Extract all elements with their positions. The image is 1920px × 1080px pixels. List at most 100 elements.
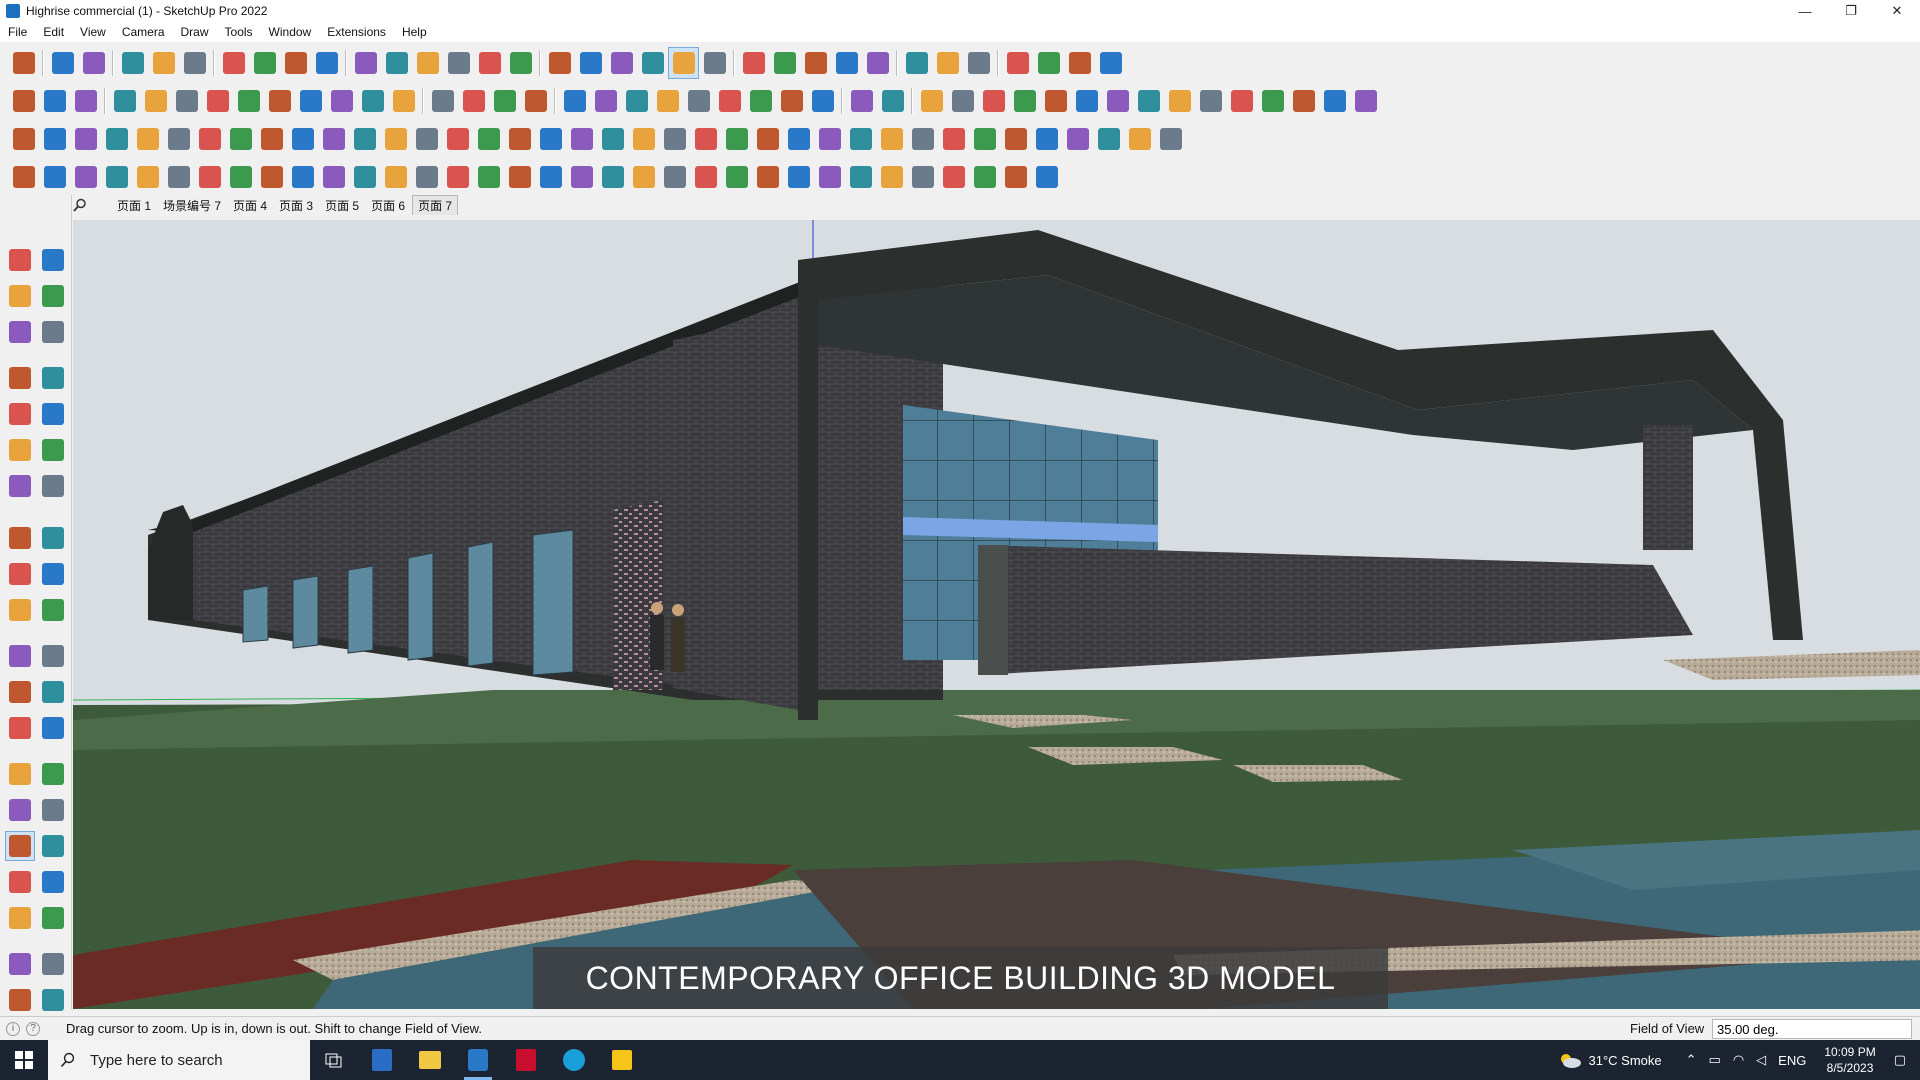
left-tool-button[interactable] <box>5 363 35 393</box>
tbrow3-tool-button[interactable] <box>535 123 566 155</box>
tbrow3-tool-button[interactable] <box>101 123 132 155</box>
tbrow3-tool-button[interactable] <box>132 123 163 155</box>
volume-icon[interactable]: ◁ <box>1756 1052 1766 1068</box>
tbrow1-tool-button[interactable] <box>474 47 505 79</box>
tbrow2-tool-button[interactable] <box>109 85 140 117</box>
tbrow3-tool-button[interactable] <box>411 123 442 155</box>
tbrow1-tool-button[interactable] <box>1002 47 1033 79</box>
credits-icon[interactable]: ? <box>26 1021 40 1036</box>
left-tool-button[interactable] <box>5 317 35 347</box>
tbrow4-tool-button[interactable] <box>814 161 845 193</box>
menu-draw[interactable]: Draw <box>173 25 217 39</box>
tbrow2-tool-button[interactable] <box>745 85 776 117</box>
tbrow2-tool-button[interactable] <box>846 85 877 117</box>
tbrow3-tool-button[interactable] <box>473 123 504 155</box>
start-button[interactable] <box>0 1040 48 1080</box>
tbrow3-tool-button[interactable] <box>597 123 628 155</box>
tbrow2-tool-button[interactable] <box>1102 85 1133 117</box>
tbrow3-tool-button[interactable] <box>814 123 845 155</box>
minimize-button[interactable]: — <box>1782 0 1828 22</box>
tbrow1-tool-button[interactable] <box>47 47 78 79</box>
left-tool-button[interactable] <box>38 435 68 465</box>
tbrow1-tool-button[interactable] <box>1064 47 1095 79</box>
wifi-icon[interactable]: ◠ <box>1733 1052 1744 1068</box>
tbrow2-tool-button[interactable] <box>39 85 70 117</box>
left-tool-button[interactable] <box>38 949 68 979</box>
tbrow3-tool-button[interactable] <box>1093 123 1124 155</box>
tbrow2-tool-button[interactable] <box>202 85 233 117</box>
tbrow4-tool-button[interactable] <box>535 161 566 193</box>
tbrow1-tool-button[interactable] <box>831 47 862 79</box>
tbrow3-tool-button[interactable] <box>256 123 287 155</box>
scene-tab-3[interactable]: 页面 4 <box>228 196 272 215</box>
tbrow4-tool-button[interactable] <box>194 161 225 193</box>
tbrow2-tool-button[interactable] <box>233 85 264 117</box>
tbrow1-tool-button[interactable] <box>901 47 932 79</box>
tbrow1-tool-button[interactable] <box>932 47 963 79</box>
tbrow4-tool-button[interactable] <box>256 161 287 193</box>
tbrow3-tool-button[interactable] <box>938 123 969 155</box>
tbrow1-tool-button[interactable] <box>8 47 39 79</box>
tbrow3-tool-button[interactable] <box>225 123 256 155</box>
tbrow4-tool-button[interactable] <box>1000 161 1031 193</box>
tbrow1-tool-button[interactable] <box>769 47 800 79</box>
tbrow4-tool-button[interactable] <box>411 161 442 193</box>
tbrow2-tool-button[interactable] <box>295 85 326 117</box>
tbrow4-tool-button[interactable] <box>70 161 101 193</box>
scene-tab-1[interactable]: 页面 1 <box>112 196 156 215</box>
tbrow1-tool-button[interactable] <box>280 47 311 79</box>
tbrow2-tool-button[interactable] <box>1133 85 1164 117</box>
left-tool-button[interactable] <box>38 559 68 589</box>
left-tool-button[interactable] <box>38 363 68 393</box>
left-tool-button[interactable] <box>38 759 68 789</box>
tbrow2-tool-button[interactable] <box>683 85 714 117</box>
left-tool-button[interactable] <box>5 559 35 589</box>
tbrow2-tool-button[interactable] <box>807 85 838 117</box>
language-indicator[interactable]: ENG <box>1778 1053 1806 1068</box>
tbrow1-tool-button[interactable] <box>412 47 443 79</box>
taskbar-edge[interactable] <box>550 1040 598 1080</box>
left-tool-button[interactable] <box>38 595 68 625</box>
scene-tab-4[interactable]: 页面 3 <box>274 196 318 215</box>
left-tool-button[interactable] <box>38 677 68 707</box>
tbrow2-tool-button[interactable] <box>520 85 551 117</box>
tbrow2-tool-button[interactable] <box>877 85 908 117</box>
tbrow3-tool-button[interactable] <box>1000 123 1031 155</box>
tbrow2-tool-button[interactable] <box>652 85 683 117</box>
tbrow4-tool-button[interactable] <box>225 161 256 193</box>
tbrow1-tool-button[interactable] <box>249 47 280 79</box>
tbrow2-tool-button[interactable] <box>559 85 590 117</box>
tbrow4-tool-button[interactable] <box>597 161 628 193</box>
left-tool-button[interactable] <box>38 903 68 933</box>
model-viewport[interactable] <box>73 220 1920 1009</box>
tbrow4-tool-button[interactable] <box>969 161 1000 193</box>
tbrow3-tool-button[interactable] <box>907 123 938 155</box>
tbrow1-tool-button[interactable] <box>699 47 730 79</box>
left-tool-button[interactable] <box>38 867 68 897</box>
tbrow4-tool-button[interactable] <box>132 161 163 193</box>
tbrow4-tool-button[interactable] <box>8 161 39 193</box>
tbrow2-tool-button[interactable] <box>489 85 520 117</box>
tbrow2-tool-button[interactable] <box>8 85 39 117</box>
tbrow1-tool-button[interactable] <box>78 47 109 79</box>
tbrow2-tool-button[interactable] <box>916 85 947 117</box>
measurements-box[interactable] <box>1712 1019 1912 1039</box>
notifications-icon[interactable]: ▢ <box>1894 1052 1906 1068</box>
taskbar-file-explorer[interactable] <box>406 1040 454 1080</box>
left-tool-button[interactable] <box>5 523 35 553</box>
left-tool-button[interactable] <box>38 281 68 311</box>
tbrow2-tool-button[interactable] <box>776 85 807 117</box>
tbrow2-tool-button[interactable] <box>1164 85 1195 117</box>
tbrow3-tool-button[interactable] <box>287 123 318 155</box>
tbrow2-tool-button[interactable] <box>70 85 101 117</box>
tbrow4-tool-button[interactable] <box>628 161 659 193</box>
restore-button[interactable]: ❐ <box>1828 0 1874 22</box>
left-tool-button[interactable] <box>5 471 35 501</box>
tbrow3-tool-button[interactable] <box>876 123 907 155</box>
tbrow3-tool-button[interactable] <box>659 123 690 155</box>
tbrow3-tool-button[interactable] <box>163 123 194 155</box>
tbrow4-tool-button[interactable] <box>659 161 690 193</box>
left-tool-button[interactable] <box>38 831 68 861</box>
tbrow2-tool-button[interactable] <box>1071 85 1102 117</box>
tbrow2-tool-button[interactable] <box>1288 85 1319 117</box>
